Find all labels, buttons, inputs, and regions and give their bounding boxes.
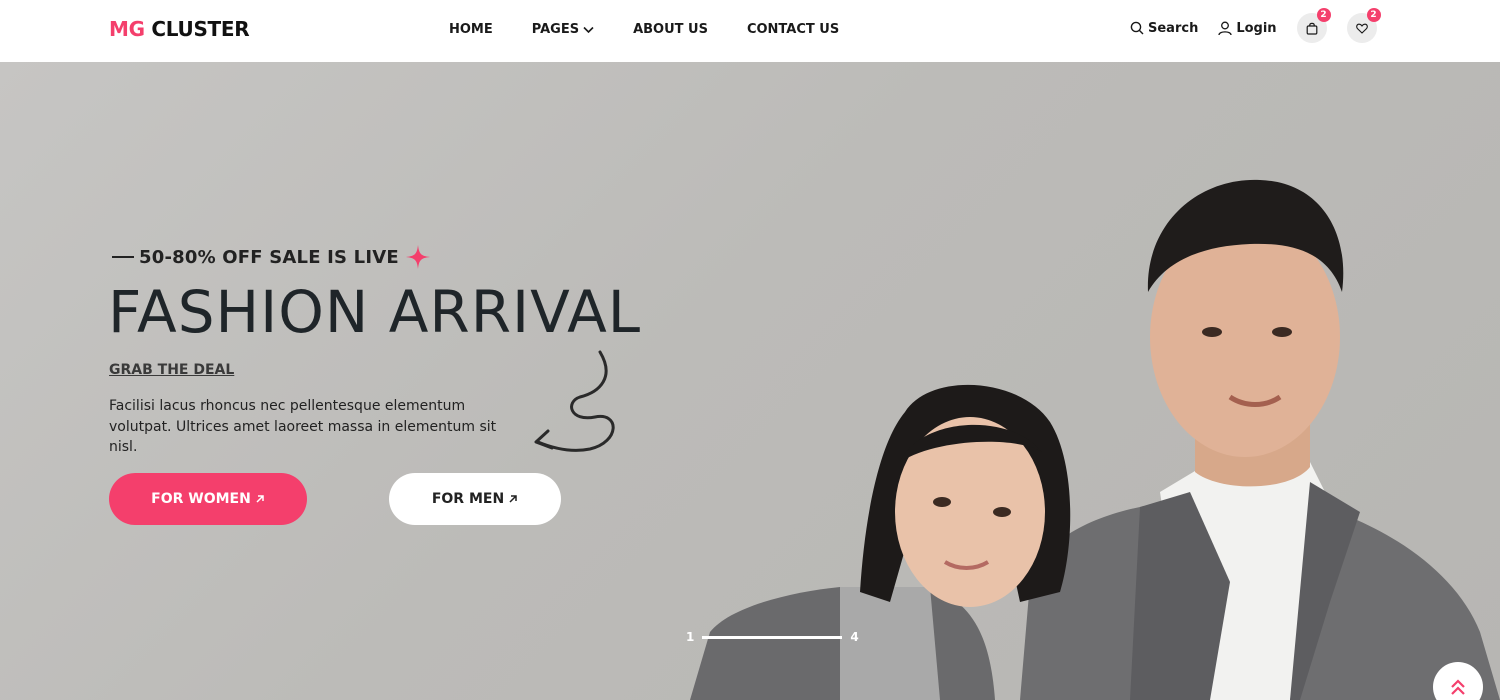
sale-tagline: 50-80% OFF SALE IS LIVE: [112, 244, 431, 270]
logo-name: CLUSTER: [151, 17, 250, 41]
pager-current: 1: [686, 630, 695, 644]
hero-title: FASHION ARRIVAL: [108, 278, 642, 346]
wishlist-button[interactable]: 2: [1346, 8, 1381, 43]
chevron-down-icon: [583, 26, 594, 33]
cart-count-badge: 2: [1316, 8, 1331, 22]
for-women-label: FOR WOMEN: [151, 491, 251, 507]
nav-contact[interactable]: CONTACT US: [747, 22, 839, 37]
double-chevron-up-icon: [1451, 679, 1465, 695]
header-tools: Search Login 2 2: [1130, 8, 1397, 43]
sparkle-icon: [405, 245, 430, 269]
login-link[interactable]: Login: [1218, 20, 1277, 36]
logo-prefix: MG: [109, 17, 145, 41]
tagline-dash: [112, 256, 134, 258]
heart-icon: [1355, 23, 1368, 34]
hero-banner: 50-80% OFF SALE IS LIVE FASHION ARRIVAL …: [0, 62, 1500, 700]
for-men-label: FOR MEN: [431, 491, 505, 507]
nav-pages-label: PAGES: [531, 22, 580, 37]
slider-pager[interactable]: 1 4: [686, 630, 859, 644]
sale-text: 50-80% OFF SALE IS LIVE: [139, 246, 399, 268]
for-women-button[interactable]: FOR WOMEN: [109, 473, 307, 525]
pager-total: 4: [850, 630, 859, 644]
nav-about[interactable]: ABOUT US: [633, 22, 708, 37]
login-label: Login: [1236, 20, 1277, 36]
hero-description: Facilisi lacus rhoncus nec pellentesque …: [109, 398, 497, 455]
arrow-up-right-icon: [509, 495, 517, 503]
pager-progress-bar[interactable]: [702, 635, 843, 639]
grab-deal-link[interactable]: GRAB THE DEAL: [109, 362, 234, 378]
main-nav: HOME PAGES ABOUT US CONTACT US: [449, 22, 878, 37]
nav-home[interactable]: HOME: [449, 22, 493, 37]
nav-pages[interactable]: PAGES: [532, 22, 594, 37]
logo[interactable]: MG CLUSTER: [109, 17, 250, 41]
site-header: MG CLUSTER HOME PAGES ABOUT US CONTACT U…: [0, 0, 1500, 62]
wishlist-count-badge: 2: [1366, 8, 1381, 22]
cart-button[interactable]: 2: [1296, 8, 1331, 43]
for-men-button[interactable]: FOR MEN: [389, 473, 561, 525]
arrow-up-right-icon: [256, 495, 264, 503]
bag-icon: [1306, 22, 1317, 35]
nav-home-label: HOME: [449, 22, 493, 37]
user-icon: [1218, 21, 1232, 35]
nav-about-label: ABOUT US: [633, 22, 708, 37]
curly-arrow-icon: [534, 350, 615, 452]
search-label: Search: [1148, 20, 1199, 36]
search-icon: [1130, 21, 1144, 35]
hero-models-image: [690, 179, 1500, 700]
nav-contact-label: CONTACT US: [746, 22, 840, 37]
search-link[interactable]: Search: [1130, 21, 1198, 36]
